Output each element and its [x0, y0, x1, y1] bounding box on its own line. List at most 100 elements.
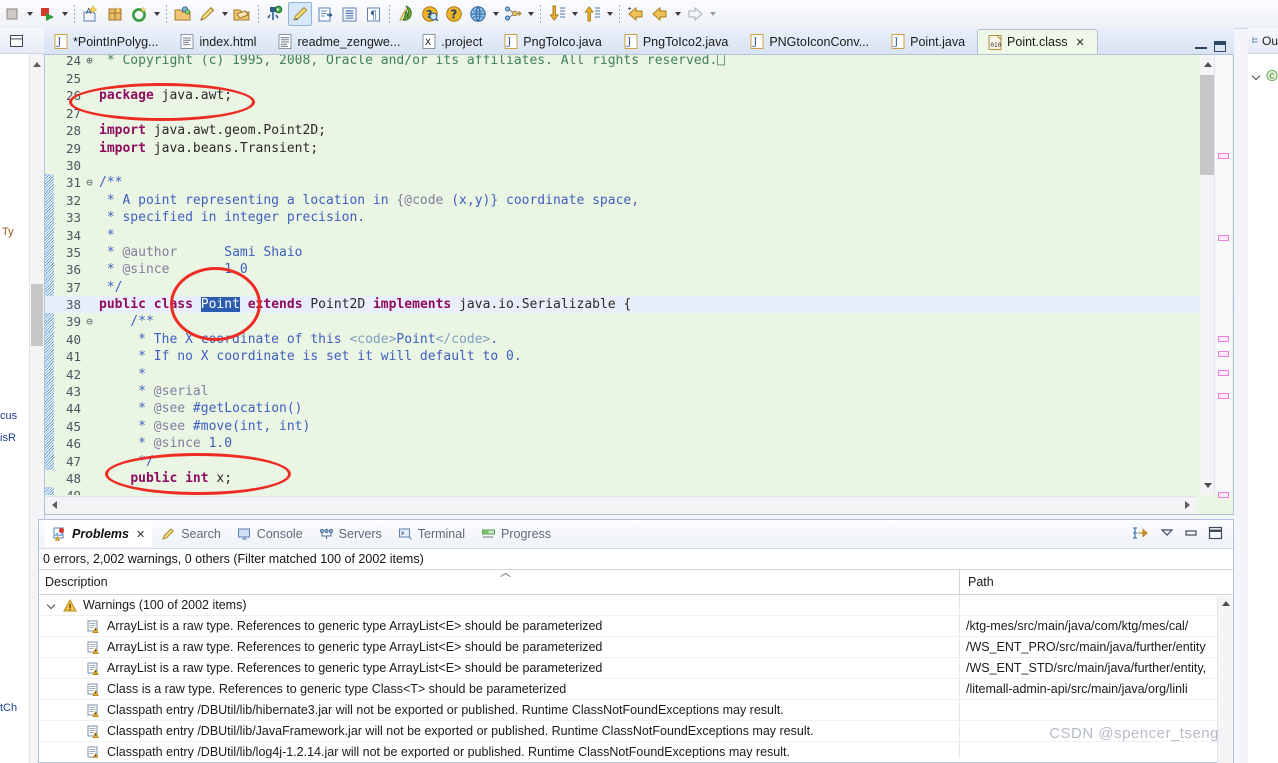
code-line[interactable]: 35 * @author Sami Shaio: [45, 243, 1233, 262]
fold-toggle-icon[interactable]: ⊖: [83, 313, 96, 330]
leaf-icon[interactable]: [395, 3, 417, 25]
highlighter-icon[interactable]: [288, 2, 312, 26]
focus-icon[interactable]: [1132, 525, 1150, 544]
code-line[interactable]: 46 * @since 1.0: [45, 435, 1233, 453]
editor-tab-0[interactable]: J *PointInPolyg...: [44, 29, 170, 54]
globe-dropdown-arrow[interactable]: [490, 3, 501, 25]
scroll-right-arrow-icon[interactable]: [1185, 501, 1190, 509]
code-line[interactable]: 44 * @see #getLocation(): [45, 400, 1233, 418]
list-icon[interactable]: [338, 3, 360, 25]
problems-row[interactable]: ArrayList is a raw type. References to g…: [39, 616, 1233, 637]
maximize-icon[interactable]: [1214, 41, 1226, 52]
forward-dropdown-arrow[interactable]: [707, 3, 718, 25]
code-line[interactable]: 49: [45, 487, 1233, 495]
problems-tab-search[interactable]: Search: [154, 521, 228, 547]
problems-row[interactable]: Classpath entry /DBUtil/lib/log4j-1.2.14…: [39, 742, 1233, 758]
overview-ruler[interactable]: [1214, 55, 1232, 498]
editor-tab-7[interactable]: J Point.java: [881, 29, 977, 54]
overview-marker[interactable]: [1218, 351, 1229, 357]
editor-tab-6[interactable]: J PNGtoIconConv...: [740, 29, 881, 54]
view-restore-icon[interactable]: [9, 34, 24, 48]
overview-marker[interactable]: [1218, 393, 1229, 399]
editor-vertical-scrollbar[interactable]: [1200, 55, 1215, 495]
code-line[interactable]: 48 public int x;: [45, 470, 1233, 487]
code-line[interactable]: 47 */: [45, 452, 1233, 470]
code-line[interactable]: 25: [45, 70, 1233, 87]
chevron-down-icon[interactable]: [47, 600, 57, 610]
prev-annotation-dropdown-arrow[interactable]: [604, 3, 615, 25]
open-folder-icon[interactable]: [172, 3, 194, 25]
editor-tab-5[interactable]: J PngToIco2.java: [614, 29, 740, 54]
refresh-dropdown-arrow[interactable]: [151, 3, 162, 25]
code-line[interactable]: 41 * If no X coordinate is set it will d…: [45, 348, 1233, 366]
code-line[interactable]: 33 * specified in integer precision.: [45, 209, 1233, 227]
overview-marker[interactable]: [1218, 336, 1229, 342]
overview-marker[interactable]: [1218, 370, 1229, 376]
scroll-up-arrow-icon[interactable]: [1204, 62, 1212, 67]
scroll-up-arrow-icon[interactable]: [33, 62, 41, 67]
problems-row[interactable]: ArrayList is a raw type. References to g…: [39, 658, 1233, 679]
code-line[interactable]: 39 ⊖ /**: [45, 313, 1233, 331]
code-line[interactable]: 36 * @since 1.0: [45, 261, 1233, 279]
forward-arrow-icon[interactable]: [684, 3, 706, 25]
next-annotation-icon[interactable]: [546, 3, 568, 25]
debug-icon[interactable]: [264, 3, 286, 25]
maximize-icon[interactable]: [1208, 526, 1223, 543]
editor-tab-4[interactable]: J PngToIco.java: [494, 29, 614, 54]
terminate-button[interactable]: [1, 3, 23, 25]
editor-tab-8[interactable]: 010 Point.class ✕: [977, 29, 1098, 54]
last-edit-location-icon[interactable]: [625, 3, 647, 25]
code-line[interactable]: 31 ⊖/**: [45, 174, 1233, 192]
refresh-icon[interactable]: [128, 3, 150, 25]
pilcrow-icon[interactable]: ¶: [362, 3, 384, 25]
code-line[interactable]: 26 package java.awt;: [45, 87, 1233, 104]
code-line[interactable]: 30: [45, 157, 1233, 174]
editor-tab-3[interactable]: X .project: [412, 29, 494, 54]
chevron-down-icon[interactable]: [1252, 71, 1260, 81]
code-line[interactable]: 42 *: [45, 365, 1233, 384]
column-header-description[interactable]: Description: [39, 575, 959, 589]
code-line[interactable]: 45 * @see #move(int, int): [45, 417, 1233, 436]
close-icon[interactable]: ✕: [136, 528, 145, 541]
problems-tab-console[interactable]: Console: [230, 521, 310, 547]
editor-horizontal-scrollbar[interactable]: [46, 496, 1196, 513]
tab-outline[interactable]: Ou: [1248, 28, 1278, 54]
problems-row[interactable]: Warnings (100 of 2002 items): [39, 595, 1233, 616]
problems-tab-progress[interactable]: Progress: [474, 521, 558, 547]
overview-marker[interactable]: [1218, 235, 1229, 241]
question-icon[interactable]: ?: [443, 3, 465, 25]
hierarchy-dropdown-arrow[interactable]: [525, 3, 536, 25]
problems-tab-problems[interactable]: Problems ✕: [45, 521, 153, 547]
code-line[interactable]: 32 * A point representing a location in …: [45, 191, 1233, 210]
code-line[interactable]: 28 import java.awt.geom.Point2D;: [45, 122, 1233, 139]
open-resource-icon[interactable]: [231, 3, 253, 25]
problems-row[interactable]: ArrayList is a raw type. References to g…: [39, 637, 1233, 658]
left-view-scroll-thumb[interactable]: [31, 284, 43, 346]
problems-vertical-scrollbar[interactable]: [1217, 596, 1233, 763]
editor-scroll-thumb[interactable]: [1200, 75, 1215, 175]
column-header-path[interactable]: Path: [959, 570, 1233, 594]
run-dropdown-arrow[interactable]: [59, 3, 70, 25]
close-icon[interactable]: ✕: [1075, 36, 1084, 49]
scroll-down-arrow-icon[interactable]: [1204, 483, 1212, 488]
next-annotation-dropdown-arrow[interactable]: [569, 3, 580, 25]
problems-tab-terminal[interactable]: Terminal: [391, 521, 472, 547]
problems-row[interactable]: Classpath entry /DBUtil/lib/hibernate3.j…: [39, 700, 1233, 721]
collapse-chevron-icon[interactable]: ︿: [500, 564, 511, 580]
code-line[interactable]: 29 import java.beans.Transient;: [45, 140, 1233, 157]
editor-tab-2[interactable]: readme_zengwe...: [268, 29, 412, 54]
export-icon[interactable]: [314, 3, 336, 25]
run-button[interactable]: [36, 3, 58, 25]
code-line[interactable]: 27: [45, 105, 1233, 122]
overview-marker[interactable]: [1218, 153, 1229, 159]
scroll-left-arrow-icon[interactable]: [52, 501, 57, 509]
code-line[interactable]: 24 ⊕ * Copyright (c) 1995, 2008, Oracle a…: [45, 55, 1233, 70]
code-line[interactable]: 34 *: [45, 226, 1233, 244]
minimize-icon[interactable]: [1195, 44, 1207, 49]
outline-tree-row[interactable]: C: [1248, 54, 1278, 83]
globe-icon[interactable]: [467, 3, 489, 25]
terminate-dropdown-arrow[interactable]: [24, 3, 35, 25]
code-line[interactable]: 40 * The X coordinate of this <code>Poin…: [45, 330, 1233, 349]
hierarchy-icon[interactable]: [502, 3, 524, 25]
view-menu-icon[interactable]: [1160, 527, 1174, 541]
